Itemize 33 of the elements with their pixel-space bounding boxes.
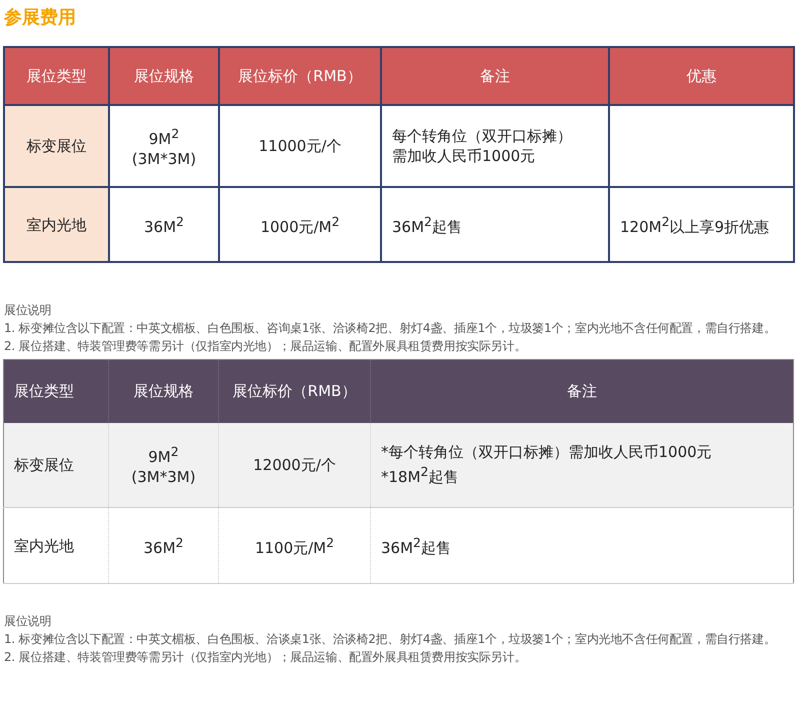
note-text: 2. 展位搭建、特装管理费等需另计（仅指室内光地）；展品运输、配置外展具租赁费用按实际另计。 <box>4 338 528 355</box>
table-cell: 室内光地 <box>4 508 108 584</box>
column-header: 展位标价（RMB） <box>218 360 370 422</box>
table-cell: 9M$^{2}$ (3M*3M) <box>109 105 219 187</box>
column-header: 展位类型 <box>4 47 109 105</box>
column-header: 展位标价（RMB） <box>219 47 381 105</box>
table-cell: 标变展位 <box>4 105 109 187</box>
note-text: 1. 标变摊位含以下配置：中英文楣板、白色围板、咨询桌1张、洽谈椅2把、射灯4盏、插座1个，垃圾篓1个；室内光地不含任何配置，需自行搭建。 <box>4 320 777 337</box>
table-cell: 36M$^{2}$起售 <box>381 187 609 262</box>
note-text: 1. 标变摊位含以下配置：中英文楣板、白色围板、洽谈桌1张、洽谈椅2把、射灯4盏、插座1个，垃圾篓1个；室内光地不含任何配置，需自行搭建。 <box>4 631 777 648</box>
column-header: 备注 <box>381 47 609 105</box>
table-cell: 每个转角位（双开口标摊）需加收人民币1000元 <box>381 105 609 187</box>
column-header: 展位类型 <box>4 360 108 422</box>
notes-heading: 展位说明 <box>4 302 52 319</box>
table-cell: 36M$^{2}$起售 <box>370 508 794 584</box>
table-cell: 36M$^{2}$ <box>109 187 219 262</box>
table-cell: 9M$^{2}$ (3M*3M) <box>108 422 218 508</box>
column-header: 展位规格 <box>108 360 218 422</box>
notes-heading: 展位说明 <box>4 613 52 630</box>
note-text: 2. 展位搭建、特装管理费等需另计（仅指室内光地）；展品运输、配置外展具租赁费用按实际另计。 <box>4 649 528 666</box>
column-header: 备注 <box>370 360 794 422</box>
table-cell: 标变展位 <box>4 422 108 508</box>
column-header: 展位规格 <box>109 47 219 105</box>
table-cell: *每个转角位（双开口标摊）需加收人民币1000元 *18M$^{2}$起售 <box>370 422 794 508</box>
table-cell: 12000元/个 <box>218 422 370 508</box>
section-title: 参展费用 <box>3 6 77 30</box>
table-cell: 36M$^{2}$ <box>108 508 218 584</box>
table-cell: 室内光地 <box>4 187 109 262</box>
table-cell: 120M$^{2}$以上享9折优惠 <box>609 187 794 262</box>
table-cell: 11000元/个 <box>219 105 381 187</box>
table-cell: 1100元/M$^{2}$ <box>218 508 370 584</box>
table-cell: 1000元/M$^{2}$ <box>219 187 381 262</box>
column-header: 优惠 <box>609 47 794 105</box>
